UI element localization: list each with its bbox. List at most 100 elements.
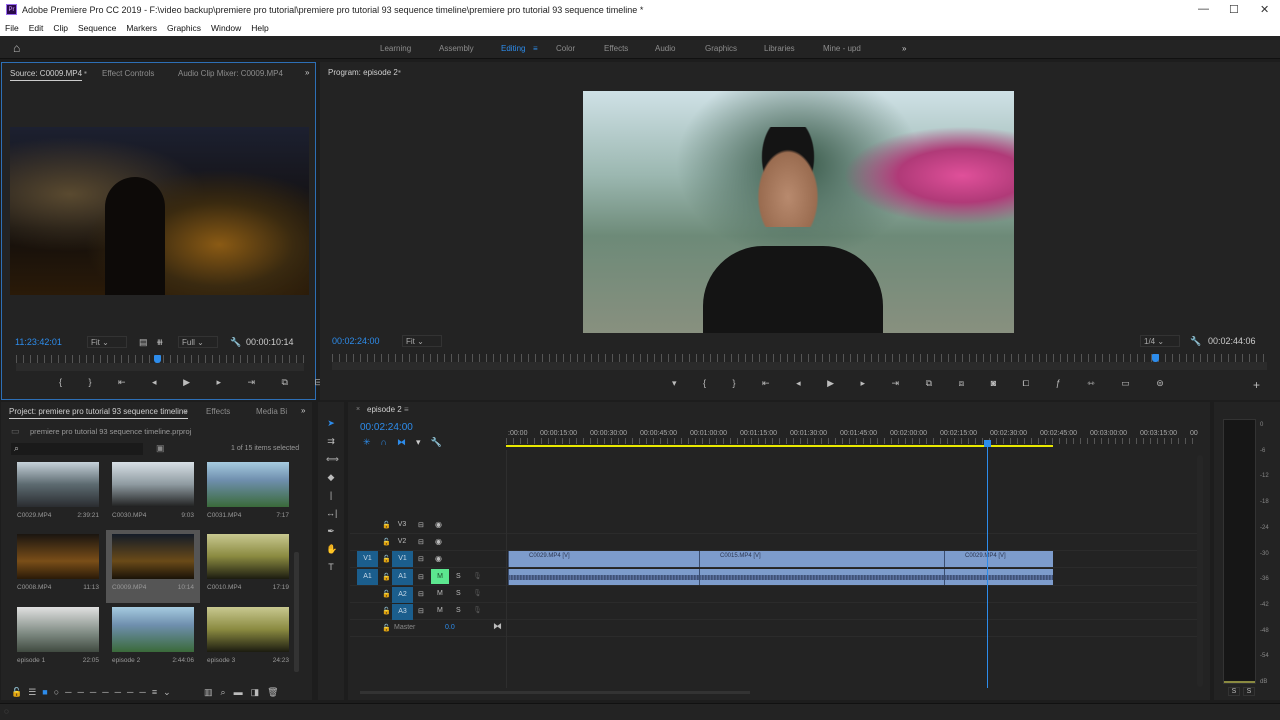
menu-edit[interactable]: Edit [24, 23, 49, 33]
video-clip[interactable]: C0029.MP4 [V] [508, 551, 699, 567]
project-item-thumbnail[interactable] [17, 534, 99, 579]
source-resolution-select[interactable]: Full ⌄ [178, 336, 218, 348]
lock-icon[interactable]: 🔓 [382, 590, 391, 598]
solo-a3-button[interactable]: S [456, 607, 461, 614]
source-playhead[interactable] [154, 355, 162, 363]
program-transport-controls[interactable]: ▾ { } ⇤ ◂ ▶ ▸ ⇥ ⧉ ⧈ ◙ ⧠ ƒ ⇿ ▭ ⊜ [672, 378, 1176, 389]
voiceover-icon[interactable]: 🎙 [473, 589, 482, 597]
trash-icon[interactable]: 🗑 [267, 687, 286, 697]
automate-to-sequence-icon[interactable]: ▥ [204, 687, 221, 697]
menu-file[interactable]: File [0, 23, 24, 33]
project-item-thumbnail[interactable] [112, 462, 194, 507]
pen-tool-icon[interactable]: ✒ [326, 522, 336, 540]
tab-menu-icon[interactable]: ≡ [183, 407, 188, 416]
source-patch-a1[interactable]: A1 [357, 569, 378, 585]
timeline-horizontal-scrollbar[interactable] [360, 691, 750, 694]
project-item-thumbnail[interactable] [17, 607, 99, 652]
menu-sequence[interactable]: Sequence [73, 23, 121, 33]
track-v1-label[interactable]: V1 [392, 551, 413, 567]
tab-menu-icon[interactable]: ▪ [398, 67, 401, 76]
new-bin-icon[interactable]: ▬ [234, 687, 251, 697]
project-search-input[interactable]: ⌕ [11, 443, 143, 455]
source-patch-v1[interactable]: V1 [357, 551, 378, 567]
track-v3-label[interactable]: V3 [396, 521, 408, 528]
snap-icon[interactable]: ∩ [381, 437, 397, 447]
track-select-tool-icon[interactable]: ⇉ [326, 432, 336, 450]
program-time-ruler[interactable] [332, 354, 1267, 362]
program-zoom-select[interactable]: Fit ⌄ [402, 335, 442, 347]
minimize-button[interactable]: — [1198, 3, 1209, 15]
add-button-icon[interactable]: + [1253, 378, 1260, 392]
source-timecode[interactable]: 11:23:42:01 [15, 337, 62, 347]
workspace-mine[interactable]: Mine - upd [823, 44, 861, 53]
sync-lock-icon[interactable]: ⊟ [418, 521, 424, 529]
source-zoom-scrollbar[interactable] [16, 363, 304, 371]
sort-icon[interactable]: ≡⌄ [152, 687, 177, 697]
workspace-menu-icon[interactable]: ≡ [533, 44, 538, 53]
workspace-learning[interactable]: Learning [380, 44, 411, 53]
icon-view-icon[interactable]: ■ [42, 687, 53, 697]
tab-menu-icon[interactable]: ▪ [84, 68, 87, 77]
drag-video-audio-icon[interactable]: ⧻ [156, 337, 164, 348]
mute-a1-button[interactable]: M [431, 569, 449, 584]
tab-program[interactable]: Program: episode 2 [328, 68, 398, 77]
close-button[interactable]: ✕ [1260, 3, 1269, 16]
timeline-playhead-line[interactable] [987, 440, 988, 688]
workspace-effects[interactable]: Effects [604, 44, 628, 53]
tab-effect-controls[interactable]: Effect Controls [102, 69, 154, 78]
audio-clip[interactable] [508, 569, 699, 585]
solo-a1-button[interactable]: S [456, 573, 461, 580]
timeline-playhead[interactable] [984, 440, 991, 447]
tab-source[interactable]: Source: C0009.MP4 [10, 69, 83, 81]
hand-tool-icon[interactable]: ✋ [326, 540, 337, 558]
project-item-thumbnail[interactable] [207, 534, 289, 579]
selection-tool-icon[interactable]: ➤ [326, 414, 336, 432]
eye-icon[interactable]: ◉ [435, 554, 442, 563]
menu-graphics[interactable]: Graphics [162, 23, 206, 33]
panel-more-button[interactable]: » [301, 406, 305, 415]
audio-clip[interactable] [944, 569, 1053, 585]
workspace-graphics[interactable]: Graphics [705, 44, 737, 53]
lock-icon[interactable]: 🔓 [382, 538, 391, 546]
timeline-timecode[interactable]: 00:02:24:00 [360, 422, 413, 433]
track-v2-label[interactable]: V2 [396, 538, 408, 545]
sync-lock-icon[interactable]: ⊟ [418, 573, 424, 581]
work-area-bar[interactable] [506, 445, 1053, 447]
project-item-thumbnail[interactable] [112, 607, 194, 652]
workspace-assembly[interactable]: Assembly [439, 44, 474, 53]
mute-a2-button[interactable]: M [437, 590, 443, 597]
tab-audio-clip-mixer[interactable]: Audio Clip Mixer: C0009.MP4 [178, 69, 283, 78]
voiceover-icon[interactable]: 🎙 [473, 606, 482, 614]
lock-icon[interactable]: 🔓 [382, 624, 391, 632]
program-zoom-scrollbar[interactable] [332, 362, 1267, 370]
list-view-icon[interactable]: ☰ [28, 687, 42, 697]
lock-icon[interactable]: 🔓 [382, 521, 391, 529]
program-timecode[interactable]: 00:02:24:00 [332, 336, 380, 346]
sync-lock-icon[interactable]: ⊟ [418, 590, 424, 598]
lock-icon[interactable]: 🔓 [382, 555, 391, 563]
project-item-thumbnail[interactable] [17, 462, 99, 507]
lock-icon[interactable]: 🔓 [11, 687, 28, 697]
wrench-icon[interactable]: 🔧 [1190, 336, 1201, 347]
mute-a3-button[interactable]: M [437, 607, 443, 614]
track-a2-label[interactable]: A2 [392, 587, 413, 603]
tab-sequence[interactable]: episode 2 [367, 405, 402, 414]
menu-markers[interactable]: Markers [121, 23, 162, 33]
timeline-vertical-scrollbar[interactable] [1197, 455, 1203, 687]
tab-menu-icon[interactable]: ≡ [404, 405, 409, 414]
workspace-color[interactable]: Color [556, 44, 575, 53]
timeline-close-button[interactable]: × [356, 406, 360, 413]
menu-clip[interactable]: Clip [48, 23, 73, 33]
lock-icon[interactable]: 🔓 [382, 573, 391, 581]
sync-lock-icon[interactable]: ⊟ [418, 555, 424, 563]
eye-icon[interactable]: ◉ [435, 537, 442, 546]
solo-a2-button[interactable]: S [456, 590, 461, 597]
tab-media-browser[interactable]: Media Bi [256, 407, 287, 416]
eye-icon[interactable]: ◉ [435, 520, 442, 529]
tab-effects[interactable]: Effects [206, 407, 230, 416]
video-clip[interactable]: C0029.MP4 [V] [944, 551, 1053, 567]
add-marker-icon[interactable]: ▾ [416, 437, 431, 447]
tab-project[interactable]: Project: premiere pro tutorial 93 sequen… [9, 407, 188, 419]
master-volume-value[interactable]: 0.0 [445, 624, 455, 631]
menu-window[interactable]: Window [206, 23, 246, 33]
